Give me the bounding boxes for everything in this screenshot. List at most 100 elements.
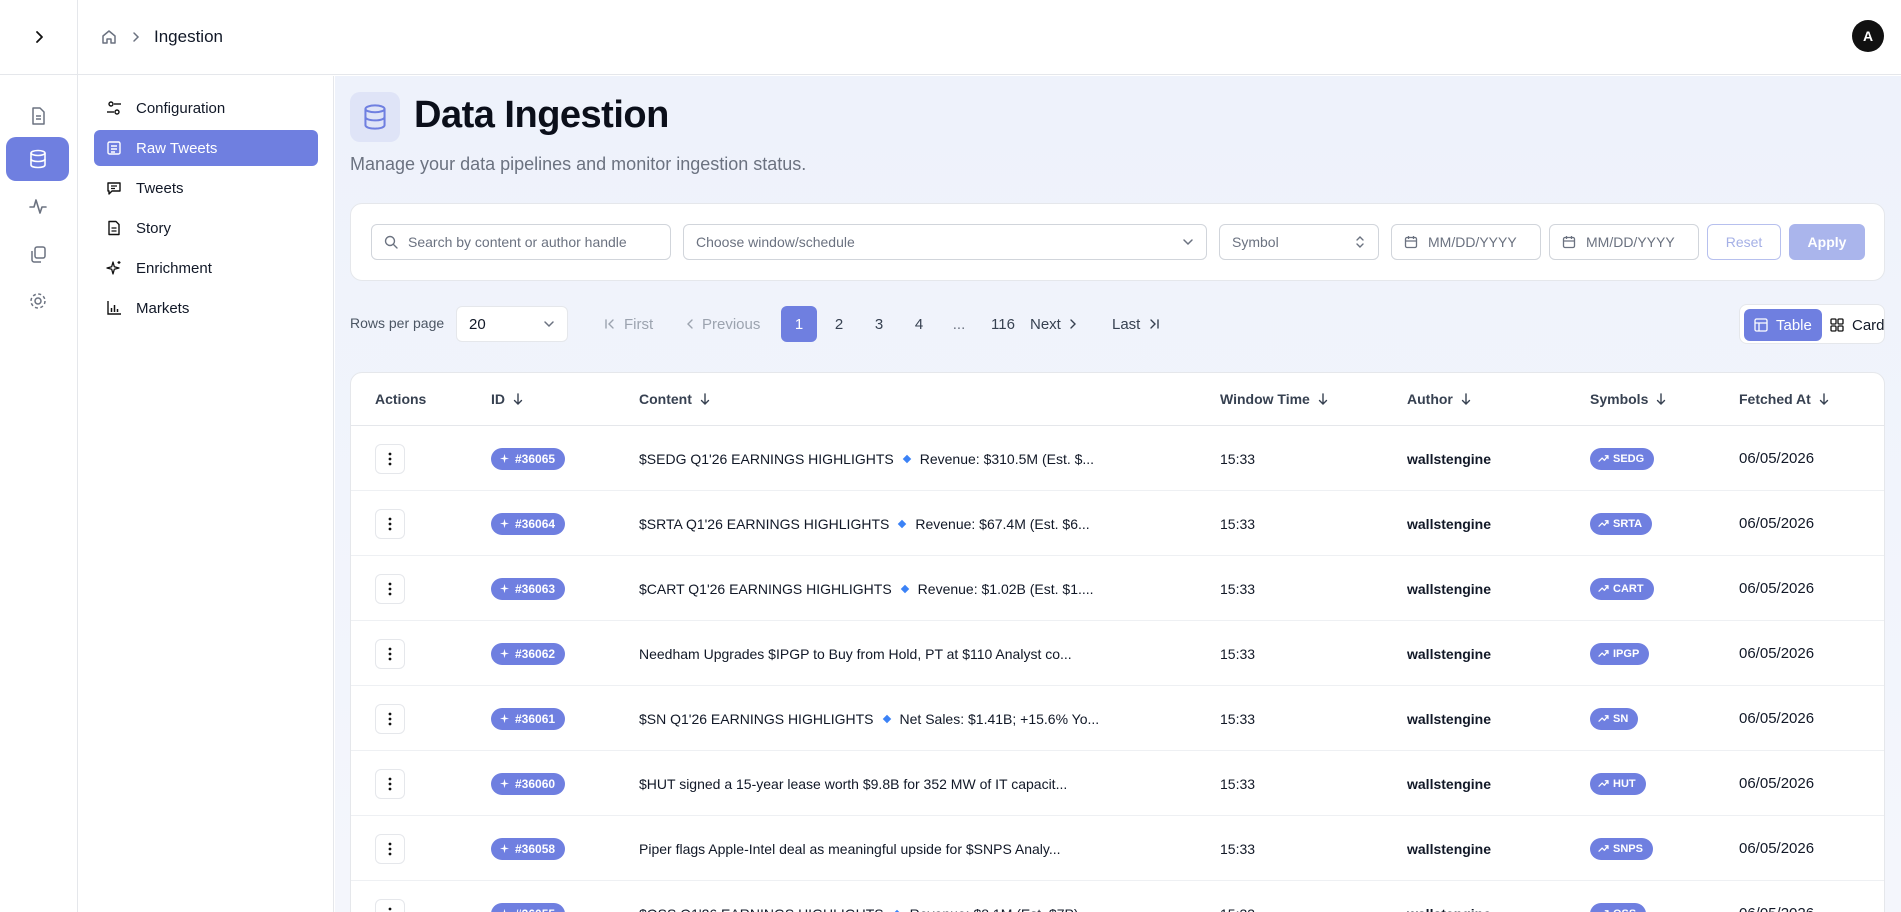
subnav-item-story[interactable]: Story xyxy=(94,210,318,246)
content-text: $CART Q1'26 EARNINGS HIGHLIGHTS xyxy=(639,580,892,597)
table-row[interactable]: #36061 $SN Q1'26 EARNINGS HIGHLIGHTS Net … xyxy=(351,686,1884,751)
sparkle-icon xyxy=(499,713,510,724)
row-actions-button[interactable] xyxy=(375,833,405,864)
author-cell: wallstengine xyxy=(1407,580,1492,597)
content-cell[interactable]: $SRTA Q1'26 EARNINGS HIGHLIGHTS Revenue: … xyxy=(639,491,1199,556)
id-badge[interactable]: #36055 xyxy=(491,902,566,912)
subnav-item-configuration[interactable]: Configuration xyxy=(94,90,318,126)
table-row[interactable]: #36063 $CART Q1'26 EARNINGS HIGHLIGHTS Re… xyxy=(351,556,1884,621)
symbol-value: SN xyxy=(1613,712,1629,725)
page-4-button[interactable]: 4 xyxy=(901,306,937,342)
page-ellipsis: ... xyxy=(952,315,966,333)
content-extra: Revenue: $1.02B (Est. $1.... xyxy=(917,580,1094,597)
page-116-button[interactable]: 116 xyxy=(981,306,1025,342)
symbol-badge[interactable]: HUT xyxy=(1590,772,1646,795)
symbol-badge[interactable]: CART xyxy=(1590,577,1654,600)
diamond-icon xyxy=(898,519,907,528)
rail-item-activity[interactable] xyxy=(6,184,69,228)
symbol-badge[interactable]: SEDG xyxy=(1590,447,1655,470)
search-input[interactable]: Search by content or author handle xyxy=(371,224,671,260)
table-view-button[interactable]: Table xyxy=(1744,309,1822,341)
content-cell[interactable]: $OSS Q1'26 EARNINGS HIGHLIGHTS Revenue: $… xyxy=(639,881,1199,912)
home-icon[interactable] xyxy=(100,28,118,46)
subnav-item-tweets[interactable]: Tweets xyxy=(94,170,318,206)
id-value: #36063 xyxy=(515,581,556,596)
column-header-symbols[interactable]: Symbols xyxy=(1590,373,1666,425)
id-cell: #36063 xyxy=(491,556,566,621)
subnav-item-markets[interactable]: Markets xyxy=(94,290,318,326)
id-badge[interactable]: #36062 xyxy=(491,642,566,665)
symbol-value: SEDG xyxy=(1613,452,1645,465)
symbol-value: CART xyxy=(1613,582,1644,595)
table-row[interactable]: #36062 Needham Upgrades $IPGP to Buy fro… xyxy=(351,621,1884,686)
subnav-label: Tweets xyxy=(136,179,184,197)
id-badge[interactable]: #36064 xyxy=(491,512,566,535)
row-actions-button[interactable] xyxy=(375,443,405,474)
rail-item-documents[interactable] xyxy=(6,94,69,138)
column-header-fetched-at[interactable]: Fetched At xyxy=(1739,373,1829,425)
column-header-author[interactable]: Author xyxy=(1407,373,1471,425)
expand-sidebar-button[interactable] xyxy=(26,24,52,50)
content-cell[interactable]: Needham Upgrades $IPGP to Buy from Hold,… xyxy=(639,621,1199,686)
rail-item-settings[interactable] xyxy=(6,279,69,323)
row-actions-button[interactable] xyxy=(375,768,405,799)
content-cell[interactable]: $CART Q1'26 EARNINGS HIGHLIGHTS Revenue: … xyxy=(639,556,1199,621)
content-extra: Revenue: $67.4M (Est. $6... xyxy=(915,515,1090,532)
page-1-button[interactable]: 1 xyxy=(781,306,817,342)
sliders-icon xyxy=(107,101,121,115)
author-cell: wallstengine xyxy=(1407,645,1492,662)
row-actions-button[interactable] xyxy=(375,638,405,669)
column-header-label: Window Time xyxy=(1220,391,1310,407)
table-row[interactable]: #36058 Piper flags Apple-Intel deal as m… xyxy=(351,816,1884,881)
first-page-button[interactable]: First xyxy=(604,306,653,342)
reset-button[interactable]: Reset xyxy=(1707,224,1781,260)
window-select[interactable]: Choose window/schedule xyxy=(683,224,1207,260)
apply-button[interactable]: Apply xyxy=(1789,224,1865,260)
table-row[interactable]: #36065 $SEDG Q1'26 EARNINGS HIGHLIGHTS Re… xyxy=(351,426,1884,491)
content-cell[interactable]: Piper flags Apple-Intel deal as meaningf… xyxy=(639,816,1199,881)
row-actions-button[interactable] xyxy=(375,508,405,539)
subnav-label: Enrichment xyxy=(136,259,212,277)
card-view-button[interactable]: Card xyxy=(1820,309,1895,341)
content-cell[interactable]: $SEDG Q1'26 EARNINGS HIGHLIGHTS Revenue: … xyxy=(639,426,1199,491)
fetched-at-cell: 06/05/2026 xyxy=(1739,515,1815,532)
avatar[interactable]: A xyxy=(1852,20,1884,52)
symbol-badge[interactable]: SN xyxy=(1590,707,1639,730)
id-badge[interactable]: #36063 xyxy=(491,577,566,600)
row-actions-button[interactable] xyxy=(375,573,405,604)
table-row[interactable]: #36064 $SRTA Q1'26 EARNINGS HIGHLIGHTS Re… xyxy=(351,491,1884,556)
subnav-item-enrichment[interactable]: Enrichment xyxy=(94,250,318,286)
symbol-badge[interactable]: IPGP xyxy=(1590,642,1650,665)
rail-item-copy[interactable] xyxy=(6,232,69,276)
subnav-item-raw-tweets[interactable]: Raw Tweets xyxy=(94,130,318,166)
column-header-window-time[interactable]: Window Time xyxy=(1220,373,1328,425)
page-2-button[interactable]: 2 xyxy=(821,306,857,342)
id-badge[interactable]: #36058 xyxy=(491,837,566,860)
date-to-input[interactable]: MM/DD/YYYY xyxy=(1549,224,1699,260)
diamond-icon xyxy=(882,714,891,723)
column-header-content[interactable]: Content xyxy=(639,373,710,425)
date-from-input[interactable]: MM/DD/YYYY xyxy=(1391,224,1541,260)
rail-item-database[interactable] xyxy=(6,137,69,181)
row-actions-button[interactable] xyxy=(375,898,405,912)
table-row[interactable]: #36060 $HUT signed a 15-year lease worth… xyxy=(351,751,1884,816)
symbol-select[interactable]: Symbol xyxy=(1219,224,1379,260)
rows-per-page-select[interactable]: 20 xyxy=(456,306,568,342)
symbol-badge[interactable]: OSS xyxy=(1590,902,1647,912)
search-placeholder: Search by content or author handle xyxy=(408,234,627,250)
symbol-badge[interactable]: SNPS xyxy=(1590,837,1653,860)
content-cell[interactable]: $SN Q1'26 EARNINGS HIGHLIGHTS Net Sales: … xyxy=(639,686,1199,751)
content-text: Piper flags Apple-Intel deal as meaningf… xyxy=(639,840,1061,857)
id-badge[interactable]: #36060 xyxy=(491,772,566,795)
page-3-button[interactable]: 3 xyxy=(861,306,897,342)
previous-page-button[interactable]: Previous xyxy=(684,306,760,342)
row-actions-button[interactable] xyxy=(375,703,405,734)
last-page-button[interactable]: Last xyxy=(1112,306,1160,342)
next-page-button[interactable]: Next xyxy=(1030,306,1079,342)
column-header-id[interactable]: ID xyxy=(491,373,523,425)
table-row[interactable]: #36055 $OSS Q1'26 EARNINGS HIGHLIGHTS Rev… xyxy=(351,881,1884,912)
id-badge[interactable]: #36065 xyxy=(491,447,566,470)
content-cell[interactable]: $HUT signed a 15-year lease worth $9.8B … xyxy=(639,751,1199,816)
id-badge[interactable]: #36061 xyxy=(491,707,566,730)
symbol-badge[interactable]: SRTA xyxy=(1590,512,1653,535)
